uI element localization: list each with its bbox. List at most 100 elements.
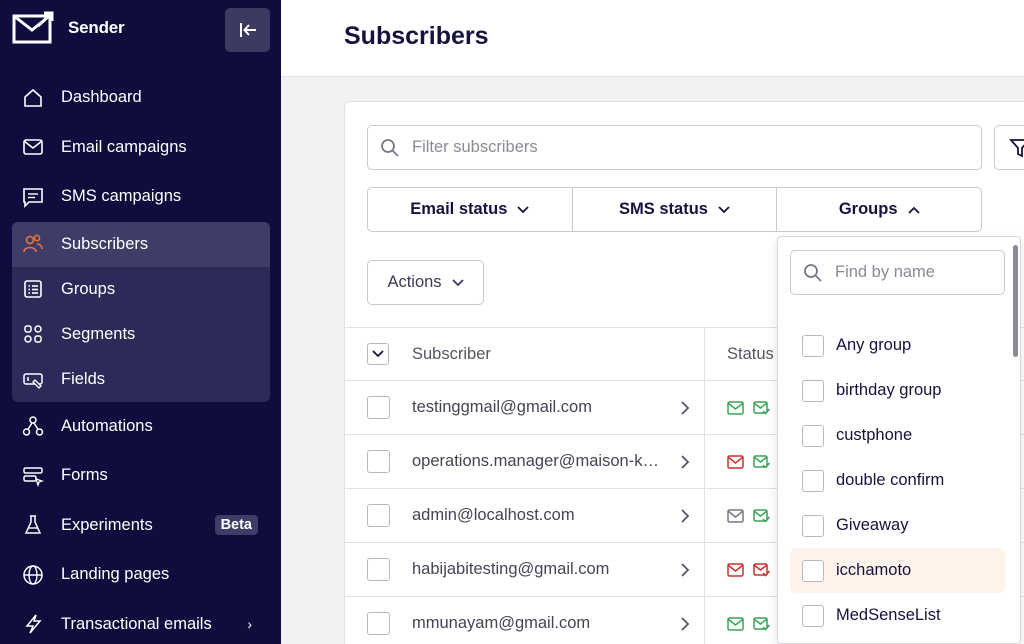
actions-dropdown[interactable]: Actions [367, 260, 484, 305]
subscriber-column-header[interactable]: Subscriber [412, 345, 662, 364]
column-divider [704, 328, 705, 380]
row-checkbox[interactable] [367, 396, 390, 419]
group-option-checkbox[interactable] [802, 379, 824, 402]
email-status-dropdown[interactable]: Email status [368, 188, 573, 231]
chevron-right-icon[interactable] [680, 454, 690, 470]
email-status-label: Email status [410, 200, 508, 218]
top-bar: Subscribers [281, 0, 1024, 77]
group-option-label: double confirm [836, 471, 945, 489]
chevron-down-icon [718, 205, 730, 213]
chevron-right-icon[interactable] [680, 616, 690, 632]
group-option-label: icchamoto [836, 561, 912, 579]
sms-status-icon [753, 400, 770, 415]
status-icons [727, 616, 770, 631]
groups-label: Groups [838, 200, 898, 218]
chevron-right-icon[interactable] [680, 400, 690, 416]
email-status-icon [727, 454, 744, 469]
group-option[interactable]: MedSenseList [790, 593, 1005, 638]
sms-status-label: SMS status [619, 200, 708, 218]
fields-icon [22, 368, 44, 390]
row-checkbox[interactable] [367, 450, 390, 473]
group-option[interactable]: Giveaway [790, 503, 1005, 548]
groups-dropdown-panel: Find by name Any group birthday group cust… [777, 236, 1021, 644]
sidebar-item-label: Experiments [61, 515, 153, 534]
status-column-header[interactable]: Status [727, 345, 774, 364]
subscriber-email[interactable]: testinggmail@gmail.com [412, 398, 662, 417]
chevron-right-icon[interactable] [680, 562, 690, 578]
email-status-icon [727, 562, 744, 577]
chevron-down-icon [517, 205, 530, 213]
filter-icon [1009, 138, 1024, 157]
brand[interactable]: Sender [12, 10, 125, 46]
sidebar-item-label: Automations [61, 416, 153, 435]
sidebar-item-groups[interactable]: Groups [12, 267, 270, 312]
sidebar-item-forms[interactable]: Forms [12, 451, 270, 501]
subscriber-email[interactable]: mmunayam@gmail.com [412, 614, 662, 633]
group-option-label: Giveaway [836, 516, 909, 534]
sidebar-item-automations[interactable]: Automations [12, 402, 270, 452]
bolt-icon [22, 613, 44, 635]
mail-icon [22, 136, 44, 158]
row-checkbox[interactable] [367, 504, 390, 527]
group-option-checkbox[interactable] [802, 559, 824, 582]
users-icon [22, 233, 44, 255]
group-option[interactable]: birthday group [790, 368, 1005, 413]
sidebar-item-label: Fields [61, 369, 106, 388]
sidebar-item-landing-pages[interactable]: Landing pages [12, 550, 270, 600]
page-title: Subscribers [344, 22, 489, 50]
sidebar-item-label: Transactional emails [61, 614, 212, 633]
chevron-down-icon [451, 278, 464, 286]
sidebar-item-label: Subscribers [61, 234, 149, 253]
sidebar-item-subscribers[interactable]: Subscribers [12, 221, 270, 267]
sms-status-icon [753, 616, 770, 631]
group-option-checkbox[interactable] [802, 514, 824, 537]
status-icons [727, 454, 770, 469]
collapse-sidebar-button[interactable] [225, 8, 270, 52]
subscriber-email[interactable]: admin@localhost.com [412, 506, 662, 525]
subscribers-nav-group: Subscribers Groups Segments Fields [12, 221, 270, 402]
chevron-right-icon[interactable] [680, 508, 690, 524]
select-all-checkbox[interactable] [367, 343, 389, 365]
group-option[interactable]: custphone [790, 413, 1005, 458]
status-icons [727, 400, 770, 415]
subscriber-email[interactable]: habijabitesting@gmail.com [412, 560, 662, 579]
sms-status-dropdown[interactable]: SMS status [573, 188, 778, 231]
row-checkbox[interactable] [367, 558, 390, 581]
automation-icon [22, 415, 44, 437]
group-option[interactable]: Any group [790, 323, 1005, 368]
sidebar-item-label: Dashboard [61, 88, 142, 107]
subscriber-email[interactable]: operations.manager@maison-k… [412, 452, 662, 471]
group-option-checkbox[interactable] [802, 424, 824, 447]
find-group-input[interactable]: Find by name [790, 250, 1005, 295]
group-option-label: Any group [836, 336, 912, 354]
sidebar-item-sms-campaigns[interactable]: SMS campaigns [12, 172, 270, 222]
flask-icon [22, 514, 44, 536]
filter-subscribers-input[interactable]: Filter subscribers [367, 125, 982, 170]
group-option-checkbox[interactable] [802, 604, 824, 627]
sidebar-item-transactional-emails[interactable]: Transactional emails › [12, 600, 270, 644]
collapse-left-icon [239, 23, 256, 37]
sidebar-item-label: Groups [61, 279, 116, 298]
sender-logo-icon [12, 11, 54, 44]
group-option-label: birthday group [836, 381, 942, 399]
sidebar-item-experiments[interactable]: Experiments Beta [12, 501, 270, 551]
beta-badge: Beta [214, 515, 258, 536]
group-option-checkbox[interactable] [802, 469, 824, 492]
status-icons [727, 562, 770, 577]
group-options-list: Any group birthday group custphone double c… [790, 323, 1005, 638]
sidebar-item-dashboard[interactable]: Dashboard [12, 73, 270, 123]
groups-dropdown[interactable]: Groups [777, 188, 981, 231]
chat-icon [22, 186, 44, 208]
sidebar-item-email-campaigns[interactable]: Email campaigns [12, 123, 270, 173]
column-divider [704, 543, 705, 596]
row-checkbox[interactable] [367, 612, 390, 635]
status-filter-bar: Email status SMS status Groups [367, 187, 982, 232]
group-option[interactable]: icchamoto [790, 548, 1005, 593]
sidebar-item-label: SMS campaigns [61, 187, 182, 206]
sidebar-item-fields[interactable]: Fields [12, 357, 270, 402]
sidebar-item-segments[interactable]: Segments [12, 312, 270, 357]
group-option[interactable]: double confirm [790, 458, 1005, 503]
dropdown-scrollbar[interactable] [1013, 245, 1018, 357]
group-option-checkbox[interactable] [802, 334, 824, 357]
advanced-filter-button[interactable] [994, 125, 1024, 170]
